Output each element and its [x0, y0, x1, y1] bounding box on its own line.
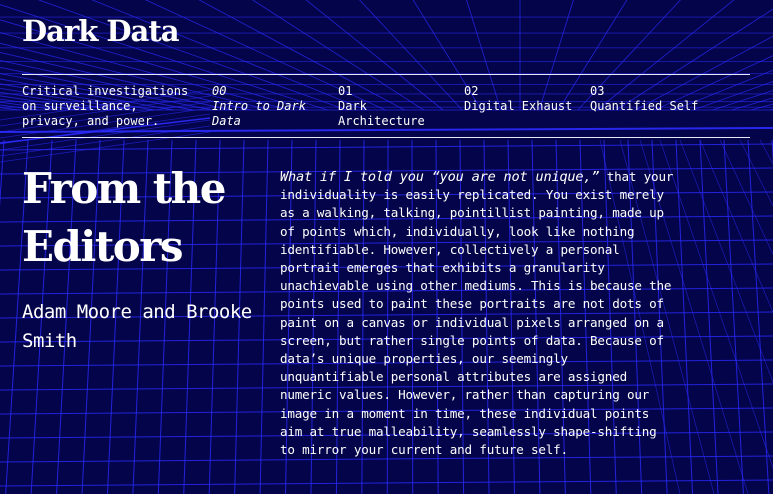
nav-item-number: 03 [590, 84, 605, 98]
nav-item-label: Quantified Self [590, 99, 699, 113]
nav-item-quantified-self[interactable]: 03 Quantified Self [590, 84, 705, 114]
header-divider [22, 74, 750, 75]
nav-item-number: 01 [338, 84, 353, 98]
nav-item-label: Digital Exhaust [464, 99, 573, 113]
article-body: What if I told you “you are not unique,”… [280, 168, 675, 459]
article-authors: Adam Moore and Brooke Smith [22, 301, 252, 352]
nav-divider [22, 137, 750, 138]
nav-item-number: 02 [464, 84, 479, 98]
site-tagline: Critical investigations on surveillance,… [22, 84, 189, 128]
page-heading: From the Editors [22, 164, 226, 271]
nav-item-label: Dark Architecture [338, 99, 425, 128]
nav-item-label: Intro to Dark Data [212, 99, 306, 128]
nav-item-digital-exhaust[interactable]: 02 Digital Exhaust [464, 84, 579, 114]
article-lede: What if I told you “you are not unique,” [280, 169, 600, 185]
article-body-text: that your individuality is easily replic… [280, 169, 674, 458]
site-title[interactable]: Dark Data [22, 14, 180, 48]
nav-item-dark-architecture[interactable]: 01 Dark Architecture [338, 84, 453, 129]
nav-item-number: 00 [212, 84, 227, 98]
nav-item-intro-to-dark-data[interactable]: 00 Intro to Dark Data [212, 84, 327, 129]
